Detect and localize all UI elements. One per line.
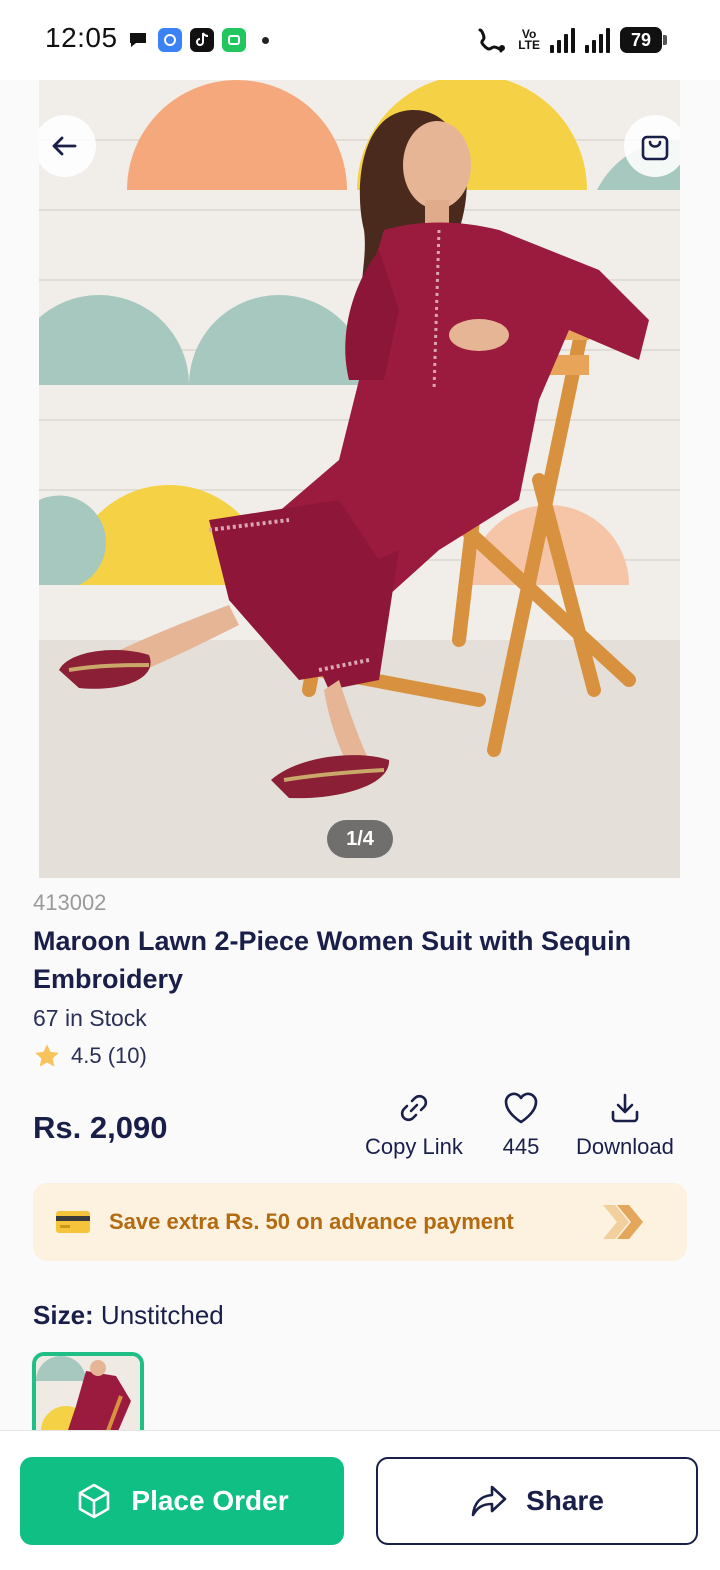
battery-icon: 79 xyxy=(620,27,667,53)
product-image[interactable]: 1/4 xyxy=(39,80,680,878)
share-button[interactable]: Share xyxy=(376,1457,698,1545)
size-label: Size: xyxy=(33,1300,94,1330)
advance-payment-banner[interactable]: Save extra Rs. 50 on advance payment xyxy=(33,1183,687,1261)
signal-icon xyxy=(550,27,575,53)
copy-link-label: Copy Link xyxy=(365,1134,463,1159)
image-counter-badge: 1/4 xyxy=(327,820,393,858)
size-value: Unstitched xyxy=(100,1300,224,1330)
status-time: 12:05 xyxy=(45,22,118,53)
status-indicators: Vo LTE 79 xyxy=(476,26,667,54)
blue-app-icon xyxy=(158,28,182,52)
download-label: Download xyxy=(576,1134,674,1159)
stock-status: 67 in Stock xyxy=(33,1005,147,1031)
arrow-left-icon xyxy=(52,136,77,156)
size-option-thumbnail[interactable] xyxy=(32,1352,144,1432)
wifi-call-icon xyxy=(478,28,506,53)
promo-text: Save extra Rs. 50 on advance payment xyxy=(109,1209,514,1234)
like-count: 445 xyxy=(502,1134,540,1159)
box-icon xyxy=(79,1483,110,1519)
shopping-bag-icon xyxy=(641,135,669,161)
status-app-icons xyxy=(126,28,269,52)
thumbnail-photo xyxy=(36,1356,140,1432)
place-order-label: Place Order xyxy=(131,1485,289,1516)
download-icon xyxy=(611,1093,639,1123)
tiktok-icon xyxy=(190,28,214,52)
product-sku: 413002 xyxy=(33,890,107,915)
notification-dot-icon xyxy=(262,36,269,44)
share-label: Share xyxy=(526,1485,604,1516)
green-app-icon xyxy=(222,28,246,52)
place-order-button[interactable]: Place Order xyxy=(20,1457,344,1545)
product-rating: 4.5 (10) xyxy=(33,1042,147,1070)
product-price: Rs. 2,090 xyxy=(33,1110,168,1145)
copy-link-button[interactable]: Copy Link xyxy=(365,1090,463,1160)
share-arrow-icon xyxy=(471,1485,507,1517)
status-bar: 12:05 Vo LTE 79 xyxy=(0,0,720,80)
chat-bubble-icon xyxy=(130,33,146,47)
link-icon xyxy=(400,1094,428,1122)
product-title: Maroon Lawn 2-Piece Women Suit with Sequ… xyxy=(33,926,632,994)
size-selector-label: Size: Unstitched xyxy=(33,1300,224,1331)
heart-icon xyxy=(504,1092,538,1124)
signal-icon xyxy=(585,27,610,53)
star-icon xyxy=(35,1044,59,1067)
double-chevron-right-icon xyxy=(603,1205,643,1239)
bottom-action-bar: Place Order Share xyxy=(0,1430,720,1570)
rating-text: 4.5 (10) xyxy=(71,1043,147,1068)
cart-button[interactable] xyxy=(624,115,680,177)
product-photo xyxy=(39,80,680,878)
wishlist-button[interactable]: 445 xyxy=(502,1090,540,1160)
download-button[interactable]: Download xyxy=(576,1090,674,1160)
credit-card-icon xyxy=(56,1211,90,1233)
volte-indicator: Vo LTE xyxy=(518,27,540,52)
